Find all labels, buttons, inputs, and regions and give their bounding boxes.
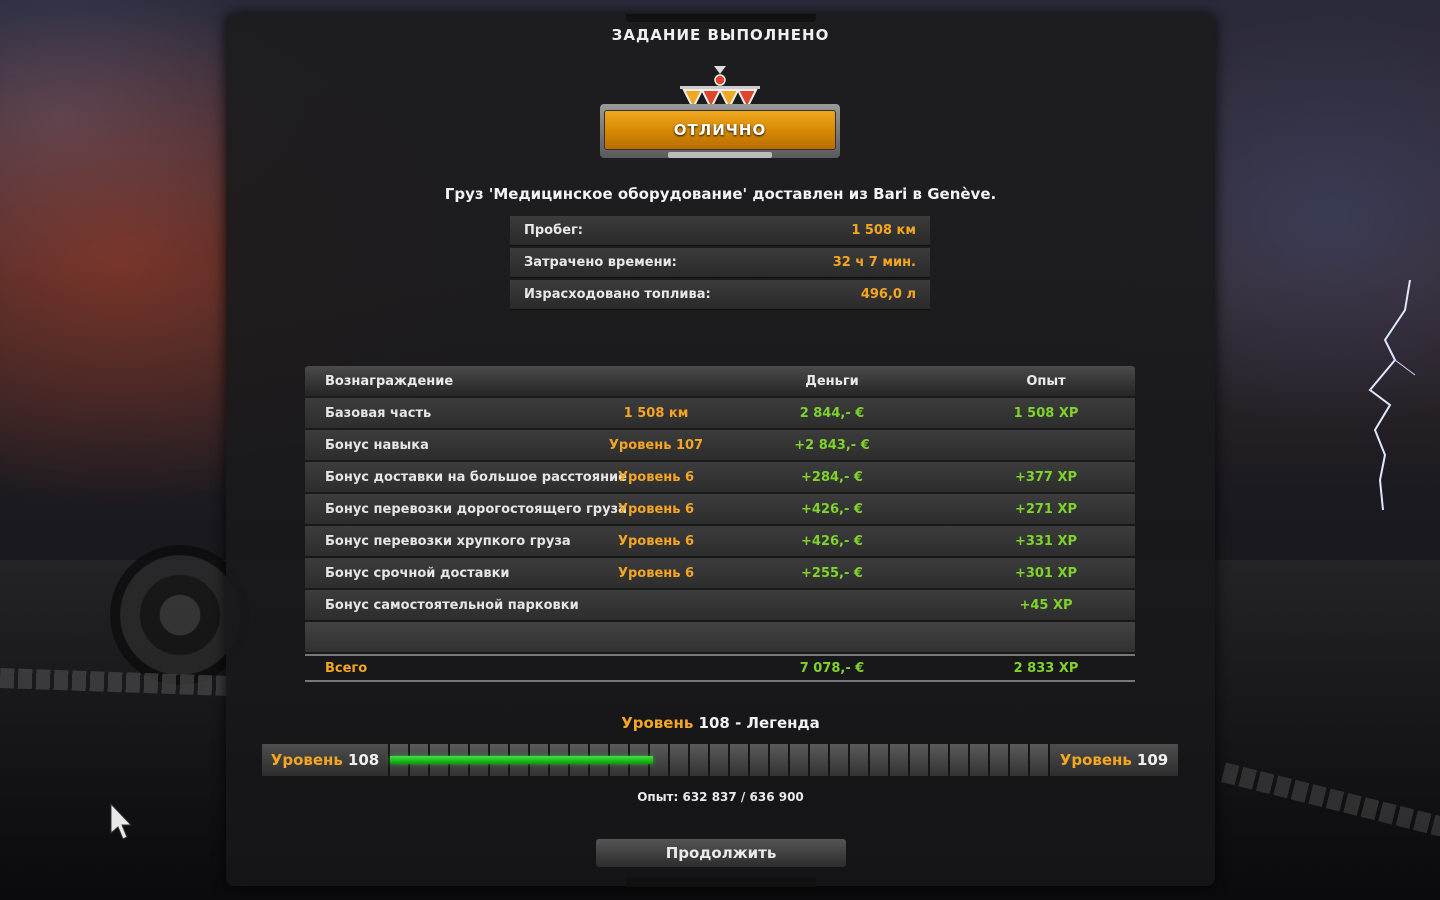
table-row: Бонус самостоятельной парковки +45 XP [305, 590, 1135, 620]
xp-segment [950, 744, 968, 776]
reward-money: 2 844,- € [799, 405, 865, 421]
xp-segment [750, 744, 768, 776]
xp-segment [770, 744, 788, 776]
xp-segment [710, 744, 728, 776]
xp-progress-bar: Уровень 108 Уровень 109 [262, 744, 1178, 776]
xp-counter: Опыт: 632 837 / 636 900 [637, 790, 804, 804]
level-word: Уровень [270, 751, 343, 769]
rating-underline [668, 152, 772, 158]
reward-xp: 1 508 XP [1013, 405, 1079, 421]
stat-label: Затрачено времени: [524, 255, 677, 270]
reward-xp: +331 XP [1014, 533, 1078, 549]
xp-segment [1030, 744, 1048, 776]
stat-time: Затрачено времени: 32 ч 7 мин. [510, 248, 930, 278]
trip-stats: Пробег: 1 508 км Затрачено времени: 32 ч… [510, 216, 930, 312]
reward-money: +426,- € [801, 533, 863, 549]
xp-fill [390, 756, 653, 764]
table-row: Базовая часть 1 508 км 2 844,- € 1 508 X… [305, 398, 1135, 428]
reward-money: +426,- € [801, 501, 863, 517]
continue-button[interactable]: Продолжить [596, 839, 846, 867]
xp-segment [670, 744, 688, 776]
header-xp: Опыт [1026, 373, 1066, 389]
cargo-delivery-text: Груз 'Медицинское оборудование' доставле… [444, 185, 997, 203]
table-row: Бонус навыка Уровень 107 +2 843,- € [305, 430, 1135, 460]
xp-segments [388, 744, 1050, 776]
reward-name: Бонус перевозки дорогостоящего груза [325, 501, 627, 517]
xp-segment [870, 744, 888, 776]
current-level-box: Уровень 108 [262, 744, 388, 776]
xp-segment [1010, 744, 1028, 776]
reward-detail: Уровень 6 [617, 533, 695, 549]
lightning-icon [1368, 280, 1416, 510]
page-title: ЗАДАНИЕ ВЫПОЛНЕНО [611, 26, 830, 44]
reward-xp: +45 XP [1019, 597, 1073, 613]
header-reward: Вознаграждение [325, 373, 454, 389]
table-row: Бонус срочной доставки Уровень 6 +255,- … [305, 558, 1135, 588]
panel-top-tab [626, 14, 816, 22]
reward-xp: +377 XP [1014, 469, 1078, 485]
reward-money: +2 843,- € [794, 437, 870, 453]
reward-name: Бонус навыка [325, 437, 429, 453]
xp-segment [690, 744, 708, 776]
xp-segment [890, 744, 908, 776]
level-title: Уровень 108 - Легенда [226, 714, 1215, 732]
reward-detail: Уровень 6 [617, 565, 695, 581]
level-number: 109 [1136, 751, 1169, 769]
table-row: Бонус перевозки дорогостоящего груза Уро… [305, 494, 1135, 524]
rewards-table: Вознаграждение Деньги Опыт Базовая часть… [305, 366, 1135, 682]
xp-segment [970, 744, 988, 776]
reward-detail: Уровень 107 [608, 437, 704, 453]
level-number: 108 [347, 751, 380, 769]
level-rank: - Легенда [735, 714, 820, 732]
stat-fuel: Израсходовано топлива: 496,0 л [510, 280, 930, 310]
xp-segment [830, 744, 848, 776]
next-level-box: Уровень 109 [1050, 744, 1178, 776]
xp-segment [790, 744, 808, 776]
reward-money: +284,- € [801, 469, 863, 485]
rating-label: ОТЛИЧНО [604, 110, 836, 150]
total-money: 7 078,- € [799, 660, 865, 676]
panel-bottom-tab [626, 877, 816, 887]
xp-segment [910, 744, 928, 776]
xp-segment [850, 744, 868, 776]
stat-value: 32 ч 7 мин. [832, 255, 916, 270]
reward-name: Бонус перевозки хрупкого груза [325, 533, 571, 549]
level-word: Уровень [1059, 751, 1132, 769]
reward-name: Бонус доставки на большое расстояние [325, 469, 627, 485]
level-current: 108 [698, 714, 730, 732]
mouse-cursor-icon [110, 803, 132, 840]
reward-name: Бонус срочной доставки [325, 565, 510, 581]
reward-detail: Уровень 6 [617, 469, 695, 485]
rewards-total: Всего 7 078,- € 2 833 XP [305, 654, 1135, 682]
total-xp: 2 833 XP [1013, 660, 1079, 676]
stat-value: 1 508 км [851, 223, 916, 238]
total-label: Всего [325, 660, 368, 676]
stat-distance: Пробег: 1 508 км [510, 216, 930, 246]
rating-badge: ОТЛИЧНО [598, 66, 842, 164]
table-row: Бонус доставки на большое расстояние Уро… [305, 462, 1135, 492]
level-word: Уровень [621, 714, 694, 732]
xp-segment [990, 744, 1008, 776]
table-row-empty [305, 622, 1135, 652]
rewards-header: Вознаграждение Деньги Опыт [305, 366, 1135, 396]
stat-label: Пробег: [524, 223, 584, 238]
reward-detail: 1 508 км [623, 405, 689, 421]
reward-detail: Уровень 6 [617, 501, 695, 517]
reward-name: Базовая часть [325, 405, 432, 421]
stat-label: Израсходовано топлива: [524, 287, 711, 302]
reward-xp: +301 XP [1014, 565, 1078, 581]
reward-money: +255,- € [801, 565, 863, 581]
reward-xp: +271 XP [1014, 501, 1078, 517]
table-row: Бонус перевозки хрупкого груза Уровень 6… [305, 526, 1135, 556]
reward-name: Бонус самостоятельной парковки [325, 597, 579, 613]
stat-value: 496,0 л [860, 287, 916, 302]
xp-segment [730, 744, 748, 776]
xp-segment [810, 744, 828, 776]
header-money: Деньги [805, 373, 859, 389]
xp-segment [930, 744, 948, 776]
